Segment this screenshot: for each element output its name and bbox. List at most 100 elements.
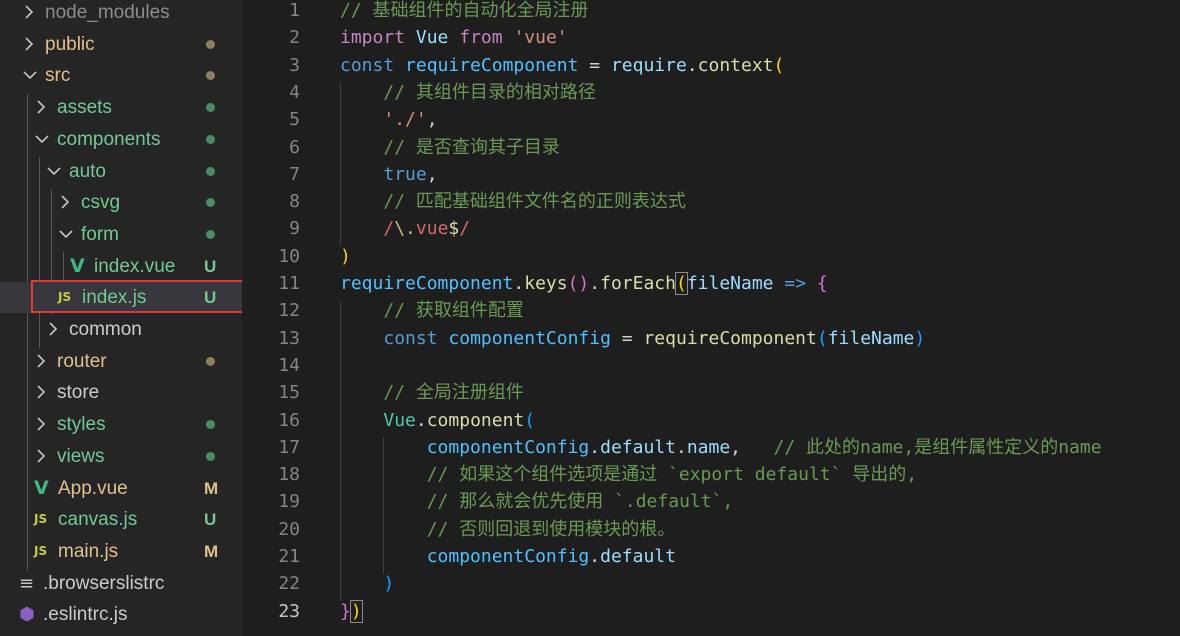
code-line[interactable]: const componentConfig = requireComponent… <box>340 325 925 352</box>
code-token: ( <box>524 410 536 431</box>
code-token: keys <box>524 273 568 294</box>
folder-item[interactable]: auto <box>0 156 242 187</box>
code-token: = <box>578 55 611 76</box>
code-token: ) <box>914 328 926 349</box>
code-token: $ <box>448 218 460 239</box>
folder-item[interactable]: src <box>0 60 242 91</box>
code-line[interactable]: Vue.component( <box>340 407 535 434</box>
code-line[interactable]: // 否则回退到使用模块的根。 <box>340 516 676 543</box>
code-token: 'vue' <box>513 27 568 48</box>
git-change-dot <box>206 71 215 80</box>
code-line[interactable]: './', <box>340 106 437 133</box>
code-token: ) <box>383 573 395 594</box>
folder-item[interactable]: styles <box>0 409 242 440</box>
folder-item[interactable]: common <box>0 314 242 345</box>
tree-item-label: form <box>81 224 119 245</box>
file-item[interactable]: ≡ .browserslistrc <box>0 568 242 599</box>
code-line[interactable]: // 是否查询其子目录 <box>340 134 560 161</box>
file-item[interactable]: JS main.js M <box>0 536 242 567</box>
js-file-icon: JS <box>34 512 48 526</box>
eslint-file-icon: ⬢ <box>19 604 35 625</box>
tree-item-label: router <box>57 351 107 372</box>
folder-item[interactable]: form <box>0 219 242 250</box>
code-line[interactable]: true, <box>340 161 437 188</box>
chevron-down-icon[interactable] <box>46 156 64 187</box>
tree-item-label: csvg <box>81 192 121 213</box>
folder-item[interactable]: node_modules <box>0 0 242 28</box>
file-item[interactable]: JS canvas.js U <box>0 504 242 535</box>
folder-item[interactable]: assets <box>0 92 242 123</box>
tree-item-label: auto <box>69 161 106 182</box>
code-token: // 全局注册组件 <box>383 382 524 403</box>
code-line[interactable]: }) <box>340 598 363 625</box>
chevron-right-icon[interactable] <box>58 187 76 218</box>
tree-item-label: store <box>57 382 100 403</box>
line-number: 17 <box>278 437 300 458</box>
code-token: require <box>610 55 687 76</box>
git-change-dot <box>206 420 215 429</box>
code-line[interactable]: /\.vue$/ <box>340 215 470 242</box>
chevron-right-icon[interactable] <box>34 377 52 408</box>
code-line[interactable]: ) <box>340 243 351 270</box>
code-line[interactable]: requireComponent.keys().forEach(fileName… <box>340 270 828 297</box>
code-line[interactable]: const requireComponent = require.context… <box>340 52 784 79</box>
line-number: 19 <box>278 491 300 512</box>
code-line[interactable]: ) <box>340 570 394 597</box>
tree-item-label: .browserslistrc <box>43 573 165 594</box>
code-token: / <box>383 218 395 239</box>
folder-item[interactable]: views <box>0 441 242 472</box>
chevron-right-icon[interactable] <box>34 346 52 377</box>
chevron-right-icon[interactable] <box>34 92 52 123</box>
file-item[interactable]: ⬢ .eslintrc.js <box>0 599 242 630</box>
line-number: 12 <box>278 300 300 321</box>
folder-item[interactable]: components <box>0 124 242 155</box>
line-number: 9 <box>289 218 300 239</box>
code-token: => <box>784 273 807 294</box>
tree-item-label: src <box>45 65 71 86</box>
code-line[interactable]: // 获取组件配置 <box>340 297 524 324</box>
chevron-right-icon[interactable] <box>22 0 40 28</box>
tree-item-label: .eslintrc.js <box>43 604 128 625</box>
chevron-down-icon[interactable] <box>34 124 52 155</box>
code-line[interactable]: componentConfig.default <box>340 543 676 570</box>
code-line[interactable]: // 基础组件的自动化全局注册 <box>340 0 589 24</box>
line-number: 21 <box>278 546 300 567</box>
code-token: componentConfig <box>426 546 590 567</box>
code-line[interactable]: // 全局注册组件 <box>340 379 524 406</box>
chevron-right-icon[interactable] <box>22 29 40 60</box>
code-token: // 是否查询其子目录 <box>383 137 560 158</box>
git-status-badge: U <box>204 257 217 276</box>
code-line[interactable]: // 其组件目录的相对路径 <box>340 79 596 106</box>
code-line[interactable]: import Vue from 'vue' <box>340 24 568 51</box>
tree-item-label: components <box>57 129 161 150</box>
code-line[interactable]: // 匹配基础组件文件名的正则表达式 <box>340 188 686 215</box>
code-token: // 其组件目录的相对路径 <box>383 82 596 103</box>
code-line[interactable]: // 如果这个组件选项是通过 `export default` 导出的, <box>340 461 917 488</box>
line-number: 23 <box>278 601 300 622</box>
line-number: 18 <box>278 464 300 485</box>
code-token: // 匹配基础组件文件名的正则表达式 <box>383 191 686 212</box>
chevron-right-icon[interactable] <box>34 441 52 472</box>
code-line[interactable]: componentConfig.default.name, // 此处的name… <box>340 434 1102 461</box>
line-number: 8 <box>289 191 300 212</box>
code-token: Vue <box>415 27 449 48</box>
file-item[interactable]: Vindex.vue U <box>0 251 242 282</box>
code-token: // 获取组件配置 <box>383 300 524 321</box>
file-item[interactable]: V App.vue M <box>0 473 242 504</box>
chevron-right-icon[interactable] <box>46 314 64 345</box>
chevron-down-icon[interactable] <box>58 219 76 250</box>
folder-item[interactable]: public <box>0 29 242 60</box>
line-number: 3 <box>289 55 300 76</box>
chevron-down-icon[interactable] <box>22 60 40 91</box>
code-editor[interactable]: 1 2 3 4 5 6 7 8 9 10 11 12 13 14 15 16 17 18 19 20 21 22 23 //… <box>242 0 1180 636</box>
folder-item[interactable]: csvg <box>0 187 242 218</box>
chevron-right-icon[interactable] <box>34 409 52 440</box>
code-line[interactable]: // 那么就会优先使用 `.default`, <box>340 488 734 515</box>
folder-item[interactable]: router <box>0 346 242 377</box>
folder-item[interactable]: store <box>0 377 242 408</box>
